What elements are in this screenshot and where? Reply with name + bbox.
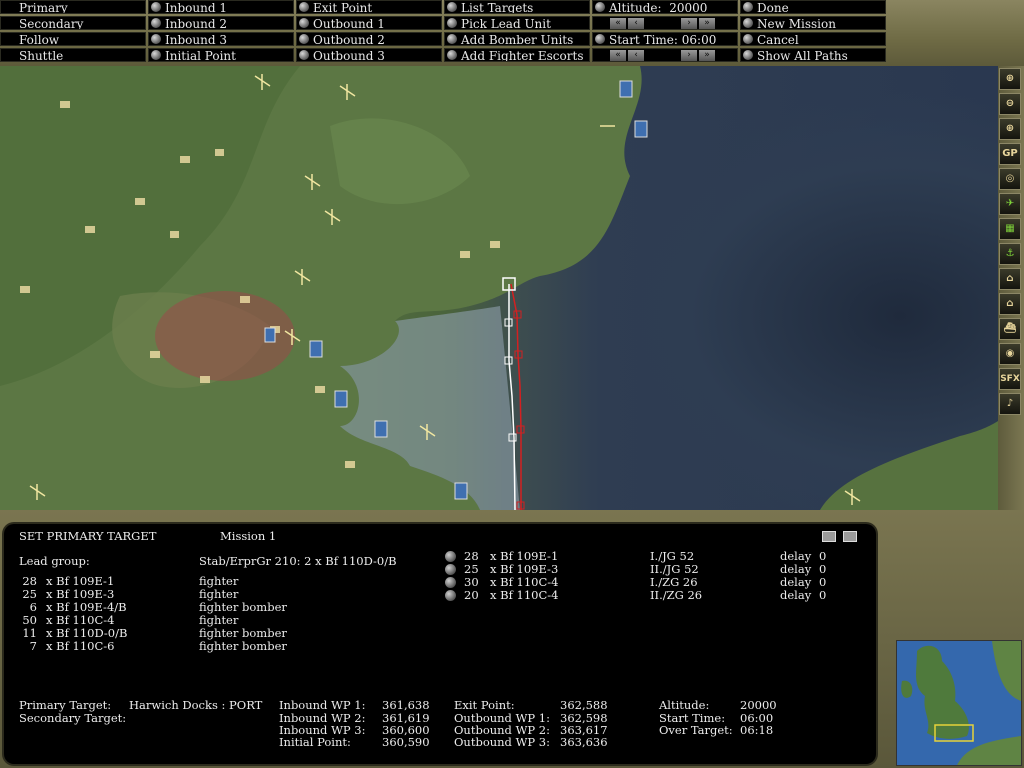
factory-icon[interactable]: ⌂ — [999, 268, 1021, 290]
outbound-1-button[interactable]: Outbound 1 — [296, 16, 442, 30]
escort-type: x Bf 110C-4 — [490, 588, 559, 602]
map-toolbar: ⊕ ⊖ ⊕ GP ◎ ✈ ▦ ⚓ ⌂ ⌂ ⛴ ◉ SFX ♪ — [998, 66, 1024, 510]
cancel-button[interactable]: Cancel — [740, 32, 886, 46]
mission-label: Mission 1 — [220, 529, 277, 543]
radio-icon — [743, 50, 753, 60]
start-time-display: Start Time: 06:00 — [592, 32, 738, 46]
campaign-map[interactable] — [0, 66, 998, 510]
follow-button[interactable]: Follow — [0, 32, 146, 46]
exit-point-button[interactable]: Exit Point — [296, 0, 442, 14]
start-time-stepper: « ‹ › » — [592, 48, 738, 62]
crosshair-icon[interactable]: ⊕ — [999, 118, 1021, 140]
escort-select-button[interactable] — [445, 551, 456, 562]
primary-target-value: Harwich Docks : PORT — [129, 698, 263, 712]
minimap-terrain — [897, 641, 1021, 765]
radio-icon — [743, 34, 753, 44]
primary-button[interactable]: Primary — [0, 0, 146, 14]
zoom-out-icon[interactable]: ⊖ — [999, 93, 1021, 115]
radio-icon — [595, 34, 605, 44]
escort-select-button[interactable] — [445, 564, 456, 575]
waypoint-label: Initial Point: — [279, 735, 351, 749]
lead-group-label: Lead group: — [19, 554, 90, 568]
radio-icon — [299, 2, 309, 12]
pick-lead-unit-button[interactable]: Pick Lead Unit — [444, 16, 590, 30]
inbound-2-button[interactable]: Inbound 2 — [148, 16, 294, 30]
bottom-area: SET PRIMARY TARGET Mission 1 Lead group:… — [0, 510, 1024, 768]
time-down-button[interactable]: ‹ — [628, 50, 644, 61]
lead-role: fighter bomber — [199, 639, 287, 653]
list-targets-button[interactable]: List Targets — [444, 0, 590, 14]
mission-menu-bar: Primary Secondary Follow Shuttle Inbound… — [0, 0, 1024, 66]
add-bomber-units-button[interactable]: Add Bomber Units — [444, 32, 590, 46]
radio-icon — [447, 34, 457, 44]
waypoint-label: Outbound WP 3: — [454, 735, 550, 749]
altitude-down-button[interactable]: ‹ — [628, 18, 644, 29]
minimap[interactable] — [896, 640, 1022, 766]
radar-icon[interactable]: ◉ — [999, 343, 1021, 365]
gp-button[interactable]: GP — [999, 143, 1021, 165]
inbound-1-button[interactable]: Inbound 1 — [148, 0, 294, 14]
escort-count: 20 — [464, 588, 479, 602]
escort-select-button[interactable] — [445, 577, 456, 588]
map-terrain — [0, 66, 998, 510]
waypoint-value: 360,590 — [382, 735, 430, 749]
radio-icon — [299, 34, 309, 44]
time-fast-up-button[interactable]: » — [699, 50, 715, 61]
radio-icon — [595, 2, 605, 12]
target-icon[interactable]: ◎ — [999, 168, 1021, 190]
secondary-target-label: Secondary Target: — [19, 711, 127, 725]
ship-icon[interactable]: ⛴ — [999, 318, 1021, 340]
radio-icon — [299, 18, 309, 28]
outbound-2-button[interactable]: Outbound 2 — [296, 32, 442, 46]
outbound-3-button[interactable]: Outbound 3 — [296, 48, 442, 62]
mission-info-panel: SET PRIMARY TARGET Mission 1 Lead group:… — [4, 524, 876, 764]
airbase-icon[interactable]: ▦ — [999, 218, 1021, 240]
summary-value: 06:18 — [740, 723, 774, 737]
time-fast-down-button[interactable]: « — [610, 50, 626, 61]
minimize-icon[interactable] — [822, 531, 836, 542]
add-fighter-escorts-button[interactable]: Add Fighter Escorts — [444, 48, 590, 62]
shuttle-button[interactable]: Shuttle — [0, 48, 146, 62]
show-all-paths-button[interactable]: Show All Paths — [740, 48, 886, 62]
radio-icon — [743, 2, 753, 12]
altitude-up-button[interactable]: › — [681, 18, 697, 29]
radio-icon — [743, 18, 753, 28]
altitude-stepper: « ‹ › » — [592, 16, 738, 30]
inbound-3-button[interactable]: Inbound 3 — [148, 32, 294, 46]
altitude-display: Altitude: 20000 — [592, 0, 738, 14]
done-button[interactable]: Done — [740, 0, 886, 14]
radio-icon — [447, 2, 457, 12]
radio-icon — [151, 50, 161, 60]
escort-select-button[interactable] — [445, 590, 456, 601]
radio-icon — [151, 34, 161, 44]
zoom-in-icon[interactable]: ⊕ — [999, 68, 1021, 90]
music-icon[interactable]: ♪ — [999, 393, 1021, 415]
sfx-button[interactable]: SFX — [999, 368, 1021, 390]
initial-point-button[interactable]: Initial Point — [148, 48, 294, 62]
summary-label: Over Target: — [659, 723, 733, 737]
waypoint-value: 363,636 — [560, 735, 608, 749]
radio-icon — [299, 50, 309, 60]
lead-count: 7 — [29, 639, 37, 653]
radio-icon — [151, 2, 161, 12]
lead-type: x Bf 110C-6 — [46, 639, 115, 653]
new-mission-button[interactable]: New Mission — [740, 16, 886, 30]
panel-title: SET PRIMARY TARGET — [19, 529, 157, 543]
lead-unit: Stab/ErprGr 210: 2 x Bf 110D-0/B — [199, 554, 397, 568]
altitude-fast-down-button[interactable]: « — [610, 18, 626, 29]
maximize-icon[interactable] — [843, 531, 857, 542]
anchor-icon[interactable]: ⚓ — [999, 243, 1021, 265]
radio-icon — [447, 18, 457, 28]
port-icon[interactable]: ⌂ — [999, 293, 1021, 315]
altitude-fast-up-button[interactable]: » — [699, 18, 715, 29]
secondary-button[interactable]: Secondary — [0, 16, 146, 30]
escort-unit: II./ZG 26 — [650, 588, 703, 602]
radio-icon — [151, 18, 161, 28]
escort-delay-label: delay — [780, 588, 812, 602]
flight-path-icon[interactable]: ✈ — [999, 193, 1021, 215]
radio-icon — [447, 50, 457, 60]
escort-delay: 0 — [819, 588, 827, 602]
time-up-button[interactable]: › — [681, 50, 697, 61]
